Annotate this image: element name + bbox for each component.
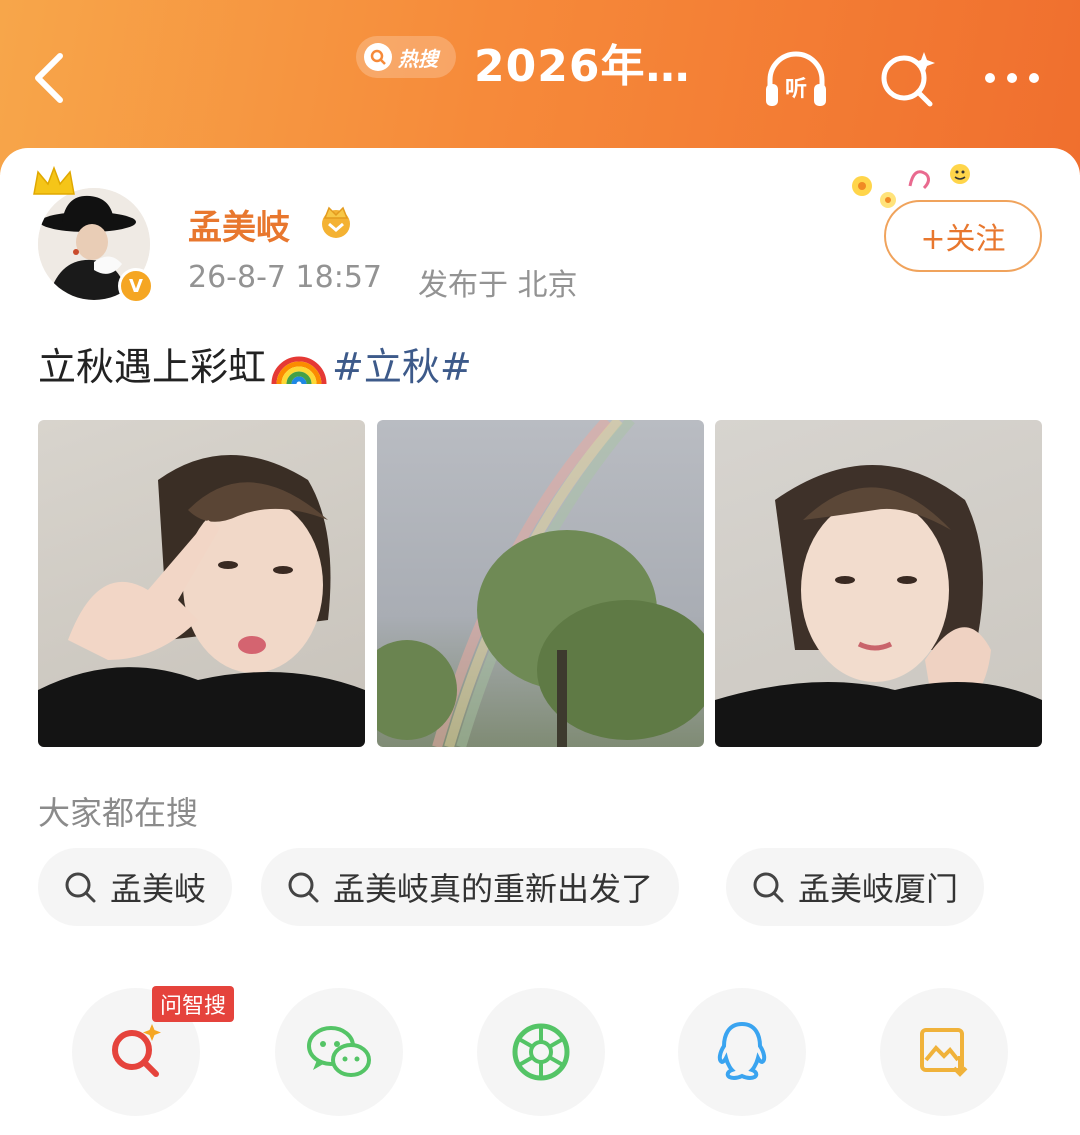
- search-chip-label: 孟美岐: [110, 870, 207, 908]
- post-photo-1[interactable]: [38, 420, 365, 747]
- hot-search-badge[interactable]: 热搜: [356, 36, 456, 78]
- search-chip-label: 孟美岐真的重新出发了: [333, 870, 654, 908]
- post-time: 26-8-7 18:57: [188, 260, 382, 295]
- vip-crown-icon: [322, 206, 350, 238]
- more-button[interactable]: [980, 44, 1052, 116]
- verified-badge-icon: V: [118, 268, 154, 304]
- listen-button[interactable]: 听: [760, 44, 832, 116]
- selfie-portrait-image: [715, 465, 1042, 747]
- selfie-peace-image: [38, 455, 365, 747]
- rainbow-icon: [271, 356, 327, 384]
- back-button[interactable]: [28, 48, 72, 108]
- search-chip[interactable]: 孟美岐真的重新出发了: [261, 848, 680, 926]
- search-chip[interactable]: 孟美岐厦门: [726, 848, 985, 926]
- post-photo-3[interactable]: [715, 420, 1042, 747]
- crown-icon: [33, 165, 75, 195]
- hashtag-link[interactable]: #立秋#: [332, 336, 472, 391]
- search-icon: [288, 872, 319, 903]
- qq-icon: [717, 1021, 767, 1081]
- post-text: 立秋遇上彩虹: [38, 345, 267, 389]
- ai-search-badge: 问智搜: [152, 986, 235, 1022]
- follow-button[interactable]: +关注: [884, 200, 1042, 272]
- back-arrow-icon: [35, 53, 63, 103]
- ai-search-icon: [112, 1024, 161, 1077]
- moments-icon: [512, 1023, 570, 1081]
- headphone-icon: 听: [766, 51, 826, 106]
- wechat-icon: [307, 1026, 371, 1077]
- post-photo-2[interactable]: [377, 420, 704, 747]
- hot-badge-label: 热搜: [398, 46, 438, 71]
- search-icon: [65, 872, 96, 903]
- more-dots-icon: [985, 73, 1039, 83]
- search-icon: [364, 43, 392, 71]
- search-icon: [753, 872, 784, 903]
- rainbow-tree-image: [377, 420, 704, 747]
- search-chip[interactable]: 孟美岐: [38, 848, 233, 926]
- search-chip-label: 孟美岐厦门: [798, 870, 959, 908]
- share-qq-button[interactable]: [678, 988, 806, 1116]
- post-location: 发布于 北京: [418, 268, 578, 303]
- svg-text:听: 听: [785, 77, 807, 102]
- search-sparkle-icon: [881, 52, 935, 107]
- share-wechat-button[interactable]: [275, 988, 403, 1116]
- post-content: 立秋遇上彩虹 #立秋#: [38, 336, 472, 391]
- trending-searches-title: 大家都在搜: [38, 794, 199, 832]
- share-moments-button[interactable]: [477, 988, 605, 1116]
- avatar[interactable]: V: [33, 165, 154, 304]
- search-button[interactable]: [872, 44, 944, 116]
- page-title: 2026年…: [474, 41, 691, 92]
- save-image-button[interactable]: [880, 988, 1008, 1116]
- user-name[interactable]: 孟美岐: [188, 200, 290, 249]
- save-image-icon: [920, 1028, 968, 1077]
